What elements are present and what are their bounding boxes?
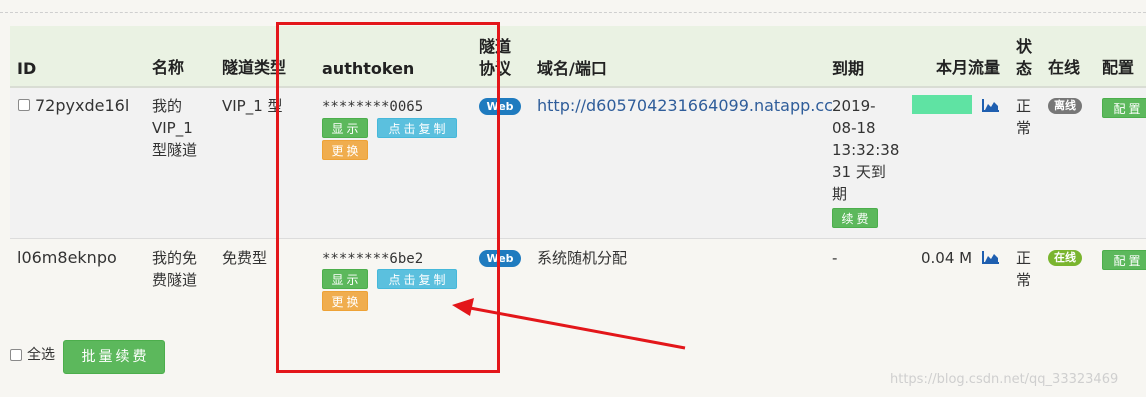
header-id: ID	[17, 59, 37, 78]
header-expiry: 到期	[832, 59, 865, 78]
config-button[interactable]: 配置	[1102, 98, 1146, 118]
tunnel-name-line3: 型隧道	[152, 141, 198, 159]
expiry-line4: 31 天到	[832, 163, 886, 181]
tunnel-name-line1: 我的	[152, 97, 183, 115]
select-all-label[interactable]: 全选	[27, 344, 55, 366]
config-button[interactable]: 配置	[1102, 250, 1146, 270]
top-divider	[0, 12, 1146, 13]
header-status-line1: 状	[1016, 37, 1033, 56]
batch-renew-button[interactable]: 批量续费	[63, 340, 165, 374]
row-checkbox[interactable]	[18, 99, 30, 111]
status-line1: 正	[1016, 97, 1032, 115]
header-name: 名称	[152, 58, 185, 77]
tunnel-name-line2: 费隧道	[152, 271, 198, 289]
status-line1: 正	[1016, 249, 1032, 267]
status-line2: 常	[1016, 119, 1032, 137]
header-online: 在线	[1048, 58, 1081, 77]
header-domain-port: 域名/端口	[537, 59, 607, 78]
status-line2: 常	[1016, 271, 1032, 289]
offline-badge: 离线	[1048, 98, 1082, 114]
header-status-line2: 态	[1016, 59, 1033, 78]
watermark: https://blog.csdn.net/qq_33323469	[890, 372, 1119, 387]
tunnel-name-line2: VIP_1	[152, 119, 193, 137]
online-badge: 在线	[1048, 250, 1082, 266]
header-config: 配置	[1102, 58, 1135, 77]
area-chart-icon[interactable]	[982, 98, 1000, 112]
tunnel-name-line1: 我的免	[152, 249, 198, 267]
renew-button[interactable]: 续费	[832, 208, 878, 228]
domain-link[interactable]: http://d605704231664099.natapp.cc	[537, 95, 833, 117]
tunnel-id: l06m8eknpo	[17, 248, 117, 267]
expiry-line5: 期	[832, 185, 848, 203]
traffic-value: 0.04 M	[921, 249, 973, 267]
tunnel-type: 免费型	[222, 249, 268, 267]
select-all-checkbox[interactable]	[10, 349, 22, 361]
tunnel-type: VIP_1 型	[222, 97, 283, 115]
expiry-line3: 13:32:38	[832, 141, 900, 159]
expiry-line1: 2019-	[832, 97, 876, 115]
expiry-value: -	[832, 249, 838, 267]
header-monthly-traffic: 本月流量	[936, 58, 1001, 77]
traffic-bar	[912, 95, 972, 114]
tunnel-id: 72pyxde16l	[35, 96, 130, 115]
annotation-arrow-icon	[452, 298, 686, 350]
domain-text: 系统随机分配	[537, 249, 628, 267]
expiry-line2: 08-18	[832, 119, 876, 137]
area-chart-icon[interactable]	[982, 250, 1000, 264]
